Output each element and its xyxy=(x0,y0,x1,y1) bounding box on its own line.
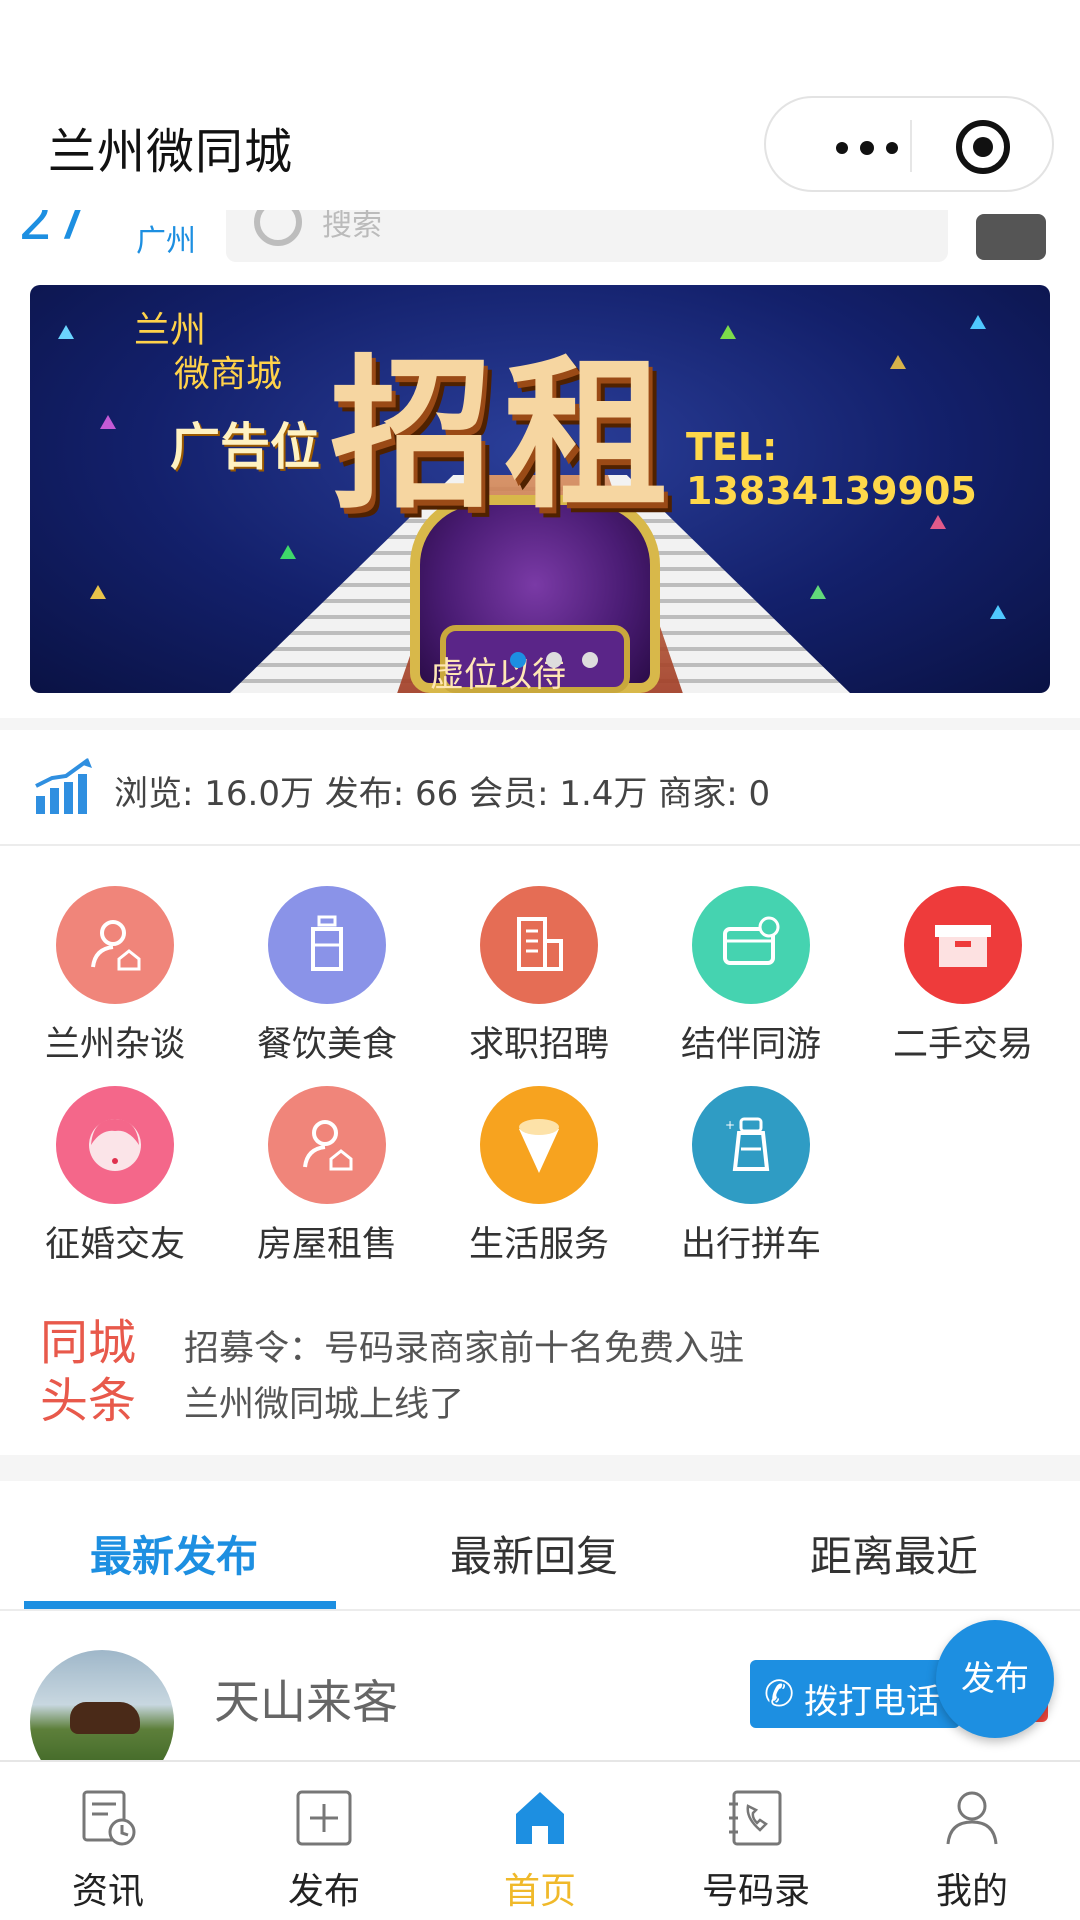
category-item[interactable]: 生活服务 xyxy=(434,1060,634,1265)
nav-item-phone-book[interactable]: 号码录 xyxy=(648,1762,864,1920)
trend-chart-icon xyxy=(35,758,92,814)
app-title: 兰州微同城 xyxy=(48,124,294,180)
headline-item[interactable]: 招募令：号码录商家前十名免费入驻 xyxy=(184,1320,744,1371)
nav-label: 发布 xyxy=(287,1871,360,1912)
headline-item[interactable]: 兰州微同城上线了 xyxy=(184,1376,464,1427)
tab-nearest[interactable]: 距离最近 xyxy=(810,1523,978,1584)
category-label: 出行拼车 xyxy=(680,1225,821,1265)
svg-text:+: + xyxy=(725,1118,735,1132)
headlines-logo-line2: 头条 xyxy=(40,1373,137,1429)
carousel-dot[interactable] xyxy=(582,652,598,668)
nav-label: 首页 xyxy=(503,1871,576,1912)
city-headlines: 同城 头条 招募令：号码录商家前十名免费入驻 兰州微同城上线了 xyxy=(0,1300,1080,1460)
stats-bar: 浏览: 16.0万 发布: 66 会员: 1.4万 商家: 0 xyxy=(0,730,1080,846)
city-selector[interactable]: 广州 xyxy=(136,216,196,260)
ad-banner[interactable]: 兰州 微商城 广告位 招租 TEL: 13834139905 虚位以待 xyxy=(30,285,1050,693)
call-button[interactable]: ✆ 拨打电话 xyxy=(750,1660,960,1728)
banner-telephone: TEL: 13834139905 xyxy=(686,425,977,513)
category-item[interactable]: 征婚交友 xyxy=(10,1060,210,1265)
horse-image xyxy=(70,1702,140,1734)
nav-label: 号码录 xyxy=(701,1871,810,1912)
nav-item-home[interactable]: 首页 xyxy=(432,1762,648,1920)
tab-latest-replies[interactable]: 最新回复 xyxy=(450,1523,618,1584)
category-item[interactable]: 兰州杂谈 xyxy=(10,860,210,1065)
banner-ad-label: 广告位 xyxy=(170,418,320,476)
search-input[interactable]: 搜索 xyxy=(226,210,948,262)
category-label: 征婚交友 xyxy=(44,1225,185,1265)
scan-icon[interactable] xyxy=(976,214,1046,260)
truck-box-icon xyxy=(904,886,1022,1004)
category-item[interactable]: 二手交易 xyxy=(858,860,1058,1065)
person-house-icon xyxy=(56,886,174,1004)
category-item[interactable]: 求职招聘 xyxy=(434,860,634,1065)
headlines-logo-line1: 同城 xyxy=(40,1315,137,1371)
nav-item-news[interactable]: 资讯 xyxy=(0,1762,216,1920)
water-bottle-icon xyxy=(268,886,386,1004)
girl-face-icon xyxy=(56,1086,174,1204)
post-username: 天山来客 xyxy=(214,1675,398,1729)
ice-cream-icon xyxy=(480,1086,598,1204)
bottom-navigation: 资讯 发布 首页 号码录 我的 xyxy=(0,1760,1080,1920)
tab-latest-posts[interactable]: 最新发布 xyxy=(90,1523,258,1584)
active-tab-indicator xyxy=(24,1601,336,1609)
section-divider xyxy=(0,1455,1080,1481)
building-icon xyxy=(480,886,598,1004)
section-divider xyxy=(0,718,1080,730)
car-seat-icon: + xyxy=(692,1086,810,1204)
category-item[interactable]: 房屋租售 xyxy=(222,1060,422,1265)
headlines-logo: 同城 头条 xyxy=(40,1314,136,1430)
nav-label: 我的 xyxy=(935,1871,1008,1912)
stats-text: 浏览: 16.0万 发布: 66 会员: 1.4万 商家: 0 xyxy=(114,774,771,814)
category-item[interactable]: + 出行拼车 xyxy=(646,1060,846,1265)
call-button-label: 拨打电话 xyxy=(804,1682,940,1722)
nav-item-me[interactable]: 我的 xyxy=(864,1762,1080,1920)
location-search-bar: 27 广州 搜索 xyxy=(0,210,1080,270)
title-bar: 兰州微同城 xyxy=(0,0,1080,210)
person-house-icon xyxy=(268,1086,386,1204)
carousel-dot[interactable] xyxy=(510,652,526,668)
user-icon xyxy=(946,1791,998,1845)
carousel-dot[interactable] xyxy=(546,652,562,668)
more-menu-icon[interactable] xyxy=(806,118,926,174)
phone-book-icon xyxy=(729,1790,782,1846)
plus-square-icon xyxy=(296,1790,352,1846)
search-placeholder: 搜索 xyxy=(322,210,382,243)
feed-tabs: 最新发布 最新回复 距离最近 xyxy=(0,1481,1080,1611)
nav-item-publish[interactable]: 发布 xyxy=(216,1762,432,1920)
capsule-divider xyxy=(910,120,912,172)
temperature: 27 xyxy=(18,210,90,253)
carousel-indicator xyxy=(510,652,610,668)
banner-brand-line1: 兰州 xyxy=(134,310,207,351)
news-clock-icon xyxy=(82,1790,136,1846)
card-icon xyxy=(692,886,810,1004)
close-target-icon[interactable] xyxy=(956,120,1010,174)
banner-brand: 兰州 微商城 xyxy=(134,309,282,395)
avatar[interactable] xyxy=(30,1650,174,1760)
category-label: 二手交易 xyxy=(892,1025,1033,1065)
publish-fab-button[interactable]: 发布 xyxy=(936,1620,1054,1738)
nav-label: 资讯 xyxy=(71,1871,144,1912)
search-icon xyxy=(254,210,302,246)
category-item[interactable]: 结伴同游 xyxy=(646,860,846,1065)
mini-program-capsule xyxy=(764,96,1054,192)
post-item[interactable]: 天山来客 ✆ 拨打电话 xyxy=(0,1612,1080,1760)
category-label: 房屋租售 xyxy=(256,1225,397,1265)
banner-headline: 招租 xyxy=(330,340,679,531)
banner-brand-line2: 微商城 xyxy=(174,354,283,395)
phone-icon: ✆ xyxy=(764,1674,795,1715)
category-label: 生活服务 xyxy=(468,1225,609,1265)
category-item[interactable]: 餐饮美食 xyxy=(222,860,422,1065)
home-icon xyxy=(516,1792,564,1844)
